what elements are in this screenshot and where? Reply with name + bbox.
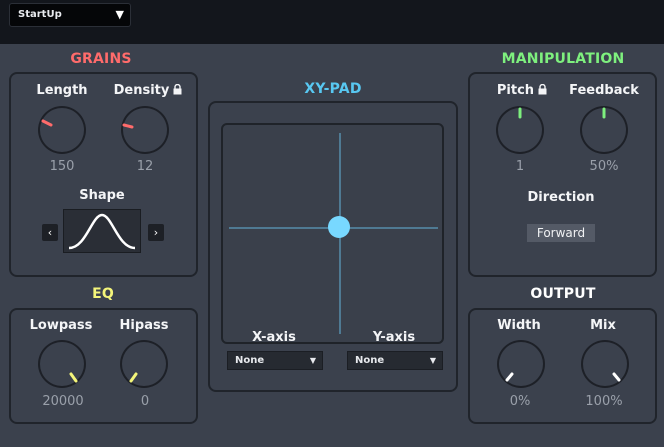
pitch-knob[interactable] [494, 104, 546, 156]
chevron-down-icon: ▼ [115, 8, 124, 21]
width-label: Width [497, 318, 541, 333]
feedback-label: Feedback [569, 83, 639, 98]
feedback-value: 50% [589, 159, 619, 174]
x-axis-dropdown[interactable]: None ▼ [227, 351, 323, 370]
pitch-label-text: Pitch [496, 83, 535, 98]
x-axis-selected: None [235, 355, 265, 366]
direction-button[interactable]: Forward [527, 224, 595, 242]
eq-title: EQ [92, 286, 114, 302]
lock-icon [538, 84, 547, 95]
density-label-text: Density [113, 83, 170, 98]
length-label: Length [36, 83, 88, 98]
bell-curve-icon [68, 213, 136, 250]
density-value: 12 [136, 159, 154, 174]
xy-puck[interactable] [328, 216, 350, 238]
y-axis-selected: None [355, 355, 385, 366]
mix-value: 100% [585, 394, 623, 409]
manipulation-title: MANIPULATION [501, 51, 625, 67]
preset-dropdown[interactable]: StartUp ▼ [9, 3, 131, 27]
width-value: 0% [509, 394, 531, 409]
width-knob[interactable] [495, 338, 547, 390]
preset-value: StartUp [18, 9, 62, 20]
direction-label: Direction [527, 190, 595, 205]
mix-knob[interactable] [579, 338, 631, 390]
chevron-down-icon: ▼ [309, 356, 316, 365]
output-title: OUTPUT [530, 286, 596, 302]
lowpass-knob[interactable] [36, 338, 88, 390]
y-axis-label: Y-axis [372, 330, 416, 345]
hipass-value: 0 [140, 394, 150, 409]
chevron-right-icon: › [153, 226, 159, 239]
mix-label: Mix [590, 318, 616, 333]
chevron-left-icon: ‹ [47, 226, 53, 239]
manipulation-panel [468, 72, 657, 277]
shape-label: Shape [79, 188, 125, 203]
xypad-title: XY-PAD [304, 81, 362, 97]
length-value: 150 [49, 159, 75, 174]
y-axis-dropdown[interactable]: None ▼ [347, 351, 443, 370]
shape-display [63, 209, 141, 253]
grains-title: GRAINS [70, 51, 132, 67]
density-label: Density [108, 83, 188, 98]
xy-pad-area[interactable] [221, 123, 444, 344]
top-bar: StartUp ▼ [0, 0, 664, 44]
shape-prev-button[interactable]: ‹ [42, 224, 58, 241]
lowpass-value: 20000 [42, 394, 84, 409]
lock-icon [173, 84, 182, 95]
hipass-knob[interactable] [118, 338, 170, 390]
lowpass-label: Lowpass [29, 318, 93, 333]
density-knob[interactable] [119, 104, 171, 156]
feedback-knob[interactable] [578, 104, 630, 156]
chevron-down-icon: ▼ [429, 356, 436, 365]
x-axis-label: X-axis [252, 330, 296, 345]
pitch-value: 1 [515, 159, 525, 174]
pitch-label: Pitch [484, 83, 560, 98]
length-knob[interactable] [36, 104, 88, 156]
shape-next-button[interactable]: › [148, 224, 164, 241]
hipass-label: Hipass [119, 318, 169, 333]
